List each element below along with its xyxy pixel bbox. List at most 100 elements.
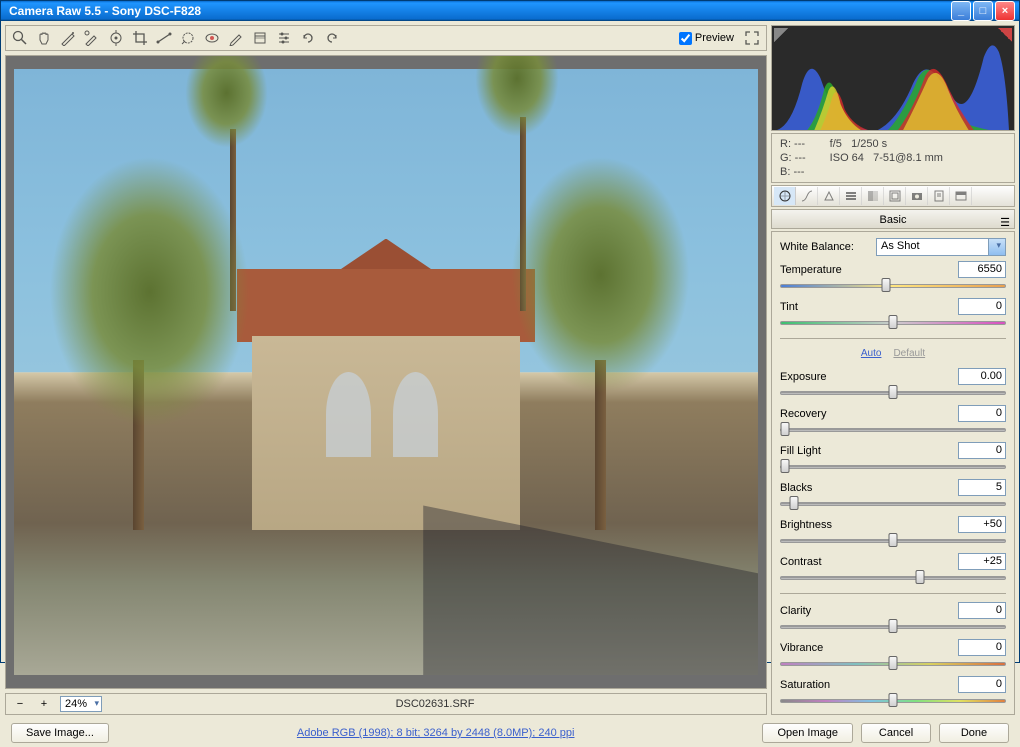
- temperature-slider[interactable]: [780, 279, 1006, 293]
- zoom-in-button[interactable]: +: [36, 698, 52, 710]
- filename-label: DSC02631.SRF: [110, 698, 760, 710]
- fullscreen-icon[interactable]: [741, 27, 763, 49]
- redeye-tool-icon[interactable]: [201, 27, 223, 49]
- fill-slider[interactable]: [780, 460, 1006, 474]
- camera-raw-window: Camera Raw 5.5 - Sony DSC-F828 _ □ ×: [0, 0, 1020, 663]
- saturation-value[interactable]: 0: [958, 676, 1006, 693]
- preferences-icon[interactable]: [273, 27, 295, 49]
- rotate-cw-icon[interactable]: [321, 27, 343, 49]
- adjustment-brush-icon[interactable]: [225, 27, 247, 49]
- tab-hsl[interactable]: [840, 187, 862, 205]
- vibrance-slider[interactable]: [780, 657, 1006, 671]
- save-image-button[interactable]: Save Image...: [11, 723, 109, 743]
- brightness-slider[interactable]: [780, 534, 1006, 548]
- done-button[interactable]: Done: [939, 723, 1009, 743]
- open-image-button[interactable]: Open Image: [762, 723, 853, 743]
- brightness-value[interactable]: +50: [958, 516, 1006, 533]
- temperature-value[interactable]: 6550: [958, 261, 1006, 278]
- exposure-value[interactable]: 0.00: [958, 368, 1006, 385]
- shutter: 1/250 s: [851, 138, 887, 150]
- iso: ISO 64: [830, 152, 864, 164]
- saturation-slider[interactable]: [780, 694, 1006, 708]
- white-balance-tool-icon[interactable]: [57, 27, 79, 49]
- spot-removal-icon[interactable]: [177, 27, 199, 49]
- histogram[interactable]: [771, 25, 1015, 131]
- auto-link[interactable]: Auto: [861, 348, 882, 359]
- body: Preview − + 24% DSC02631.SRF: [1, 21, 1019, 719]
- white-balance-select[interactable]: As Shot: [876, 238, 1006, 256]
- zoom-tool-icon[interactable]: [9, 27, 31, 49]
- zoom-select[interactable]: 24%: [60, 696, 102, 712]
- exposure-slider[interactable]: [780, 386, 1006, 400]
- tint-slider[interactable]: [780, 316, 1006, 330]
- rgb-g: G: ---: [780, 152, 806, 164]
- panel-header: Basic ☰: [771, 209, 1015, 229]
- temperature-row: Temperature6550: [780, 261, 1006, 293]
- brightness-row: Brightness+50: [780, 516, 1006, 548]
- tab-camera[interactable]: [906, 187, 928, 205]
- highlight-clip-icon[interactable]: [998, 28, 1012, 42]
- right-panel: R: --- G: --- B: --- f/5 1/250 s ISO 64 …: [771, 25, 1015, 715]
- blacks-row: Blacks5: [780, 479, 1006, 511]
- crop-tool-icon[interactable]: [129, 27, 151, 49]
- clarity-row: Clarity0: [780, 602, 1006, 634]
- exif-info: R: --- G: --- B: --- f/5 1/250 s ISO 64 …: [771, 133, 1015, 183]
- fill-row: Fill Light0: [780, 442, 1006, 474]
- window-title: Camera Raw 5.5 - Sony DSC-F828: [5, 4, 949, 18]
- shadow-clip-icon[interactable]: [774, 28, 788, 42]
- workflow-options-link[interactable]: Adobe RGB (1998); 8 bit; 3264 by 2448 (8…: [297, 727, 575, 739]
- wb-label: White Balance:: [780, 241, 870, 253]
- recovery-row: Recovery0: [780, 405, 1006, 437]
- status-bar: − + 24% DSC02631.SRF: [5, 693, 767, 715]
- panel-title: Basic: [880, 214, 907, 226]
- tab-curve[interactable]: [796, 187, 818, 205]
- recovery-slider[interactable]: [780, 423, 1006, 437]
- maximize-button[interactable]: □: [973, 1, 993, 21]
- preview-checkbox[interactable]: Preview: [679, 32, 734, 45]
- exposure-row: Exposure0.00: [780, 368, 1006, 400]
- preview-checkbox-input[interactable]: [679, 32, 692, 45]
- default-link[interactable]: Default: [893, 348, 925, 359]
- contrast-value[interactable]: +25: [958, 553, 1006, 570]
- clarity-value[interactable]: 0: [958, 602, 1006, 619]
- titlebar[interactable]: Camera Raw 5.5 - Sony DSC-F828 _ □ ×: [1, 1, 1019, 21]
- photo-preview: [14, 69, 759, 676]
- preview-label: Preview: [695, 32, 734, 44]
- recovery-value[interactable]: 0: [958, 405, 1006, 422]
- hand-tool-icon[interactable]: [33, 27, 55, 49]
- close-button[interactable]: ×: [995, 1, 1015, 21]
- tab-preset[interactable]: [928, 187, 950, 205]
- panel-tabs: [771, 185, 1015, 207]
- left-column: Preview − + 24% DSC02631.SRF: [5, 25, 767, 715]
- image-preview-area[interactable]: [5, 55, 767, 689]
- vibrance-value[interactable]: 0: [958, 639, 1006, 656]
- rotate-ccw-icon[interactable]: [297, 27, 319, 49]
- lens: 7-51@8.1 mm: [873, 152, 943, 164]
- tint-value[interactable]: 0: [958, 298, 1006, 315]
- tab-detail[interactable]: [818, 187, 840, 205]
- graduated-filter-icon[interactable]: [249, 27, 271, 49]
- toolbar: Preview: [5, 25, 767, 51]
- tab-split[interactable]: [862, 187, 884, 205]
- cancel-button[interactable]: Cancel: [861, 723, 931, 743]
- contrast-slider[interactable]: [780, 571, 1006, 585]
- rgb-b: B: ---: [780, 166, 806, 178]
- targeted-adjustment-icon[interactable]: [105, 27, 127, 49]
- saturation-row: Saturation0: [780, 676, 1006, 708]
- zoom-out-button[interactable]: −: [12, 698, 28, 710]
- tab-basic[interactable]: [774, 187, 796, 205]
- aperture: f/5: [830, 138, 842, 150]
- panel-menu-icon[interactable]: ☰: [1000, 213, 1010, 233]
- vibrance-row: Vibrance0: [780, 639, 1006, 671]
- tab-snapshot[interactable]: [950, 187, 972, 205]
- minimize-button[interactable]: _: [951, 1, 971, 21]
- blacks-slider[interactable]: [780, 497, 1006, 511]
- fill-value[interactable]: 0: [958, 442, 1006, 459]
- tab-lens[interactable]: [884, 187, 906, 205]
- blacks-value[interactable]: 5: [958, 479, 1006, 496]
- color-sampler-tool-icon[interactable]: [81, 27, 103, 49]
- straighten-tool-icon[interactable]: [153, 27, 175, 49]
- clarity-slider[interactable]: [780, 620, 1006, 634]
- footer: Save Image... Adobe RGB (1998); 8 bit; 3…: [1, 719, 1019, 747]
- contrast-row: Contrast+25: [780, 553, 1006, 585]
